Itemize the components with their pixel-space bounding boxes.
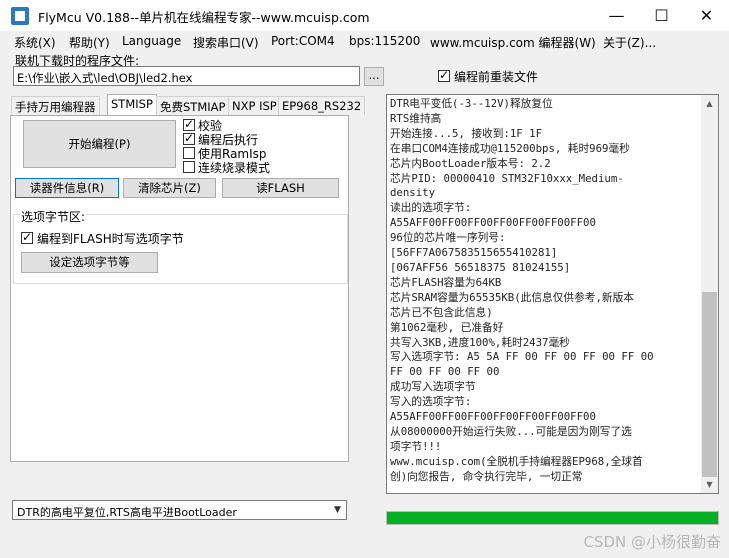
log-line: A55AFF00FF00FF00FF00FF00FF00FF00: [390, 410, 596, 424]
reload-before-program-label: 编程前重装文件: [454, 70, 539, 84]
log-line: 芯片SRAM容量为65535KB(此信息仅供参考,新版本: [390, 290, 634, 304]
read-flash-button[interactable]: 读FLASH: [222, 178, 339, 198]
menu-bps[interactable]: bps:115200: [349, 34, 420, 48]
log-scrollbar[interactable]: ▲ ▼: [701, 95, 718, 493]
log-line: 写入选项字节: A5 5A FF 00 FF 00 FF 00 FF 00: [390, 350, 654, 364]
log-lines: DTR电平变低(-3--12V)释放复位 RTS维持高 开始连接...5, 接收到:…: [390, 97, 702, 485]
scroll-thumb[interactable]: [702, 292, 717, 477]
reset-mode-select[interactable]: DTR的高电平复位,RTS高电平进BootLoader ▼: [12, 500, 347, 520]
minimize-button[interactable]: —: [594, 0, 639, 31]
option-bytes-title: 选项字节区:: [20, 208, 87, 225]
log-line: 芯片FLASH容量为64KB: [390, 275, 502, 289]
log-line: 开始连接...5, 接收到:1F 1F: [390, 126, 543, 140]
maximize-button[interactable]: ☐: [639, 0, 684, 31]
chevron-down-icon[interactable]: ▼: [329, 501, 346, 519]
log-line: FF 00 FF 00 FF 00: [390, 365, 500, 379]
log-line: density: [390, 186, 436, 200]
log-line: 从08000000开始运行失败...可能是因为刚写了选: [390, 424, 632, 438]
log-line: 共写入3KB,进度100%,耗时2437毫秒: [390, 335, 570, 349]
log-line: 创)向您报告, 命令执行完毕, 一切正常: [390, 469, 583, 483]
file-path-field[interactable]: E:\作业\嵌入式\led\OBJ\led2.hex: [13, 66, 360, 86]
log-line: A55AFF00FF00FF00FF00FF00FF00FF00: [390, 216, 596, 230]
continuous-mode-checkbox[interactable]: [183, 161, 195, 173]
tab-nxp-isp[interactable]: NXP ISP: [228, 96, 281, 115]
use-ramisp-checkbox[interactable]: [183, 147, 195, 159]
log-line: 写入的选项字节:: [390, 395, 472, 409]
log-line: DTR电平变低(-3--12V)释放复位: [390, 97, 553, 110]
close-button[interactable]: ✕: [684, 0, 729, 31]
tab-stmisp[interactable]: STMISP: [107, 94, 157, 116]
window-title: FlyMcu V0.188--单片机在线编程专家--www.mcuisp.com: [38, 10, 370, 25]
reset-mode-value: DTR的高电平复位,RTS高电平进BootLoader: [17, 506, 237, 519]
log-output[interactable]: DTR电平变低(-3--12V)释放复位 RTS维持高 开始连接...5, 接收到:…: [386, 94, 719, 494]
verify-checkbox[interactable]: [183, 117, 195, 131]
log-line: [56FF7A067583515655410281]: [390, 246, 558, 260]
reload-before-program-checkbox[interactable]: [438, 68, 450, 82]
continuous-mode-label: 连续烧录模式: [198, 161, 271, 175]
log-line: [067AFF56 56518375 81024155]: [390, 260, 571, 274]
tab-stmiap[interactable]: 免费STMIAP: [156, 96, 230, 115]
menu-search-port[interactable]: 搜索串口(V): [193, 34, 259, 51]
log-line: 芯片PID: 00000410 STM32F10xxx_Medium-: [390, 171, 624, 185]
progress-bar: [386, 511, 719, 525]
log-line: www.mcuisp.com(全脱机手持编程器EP968,全球首: [390, 454, 643, 468]
log-line: 芯片内BootLoader版本号: 2.2: [390, 156, 551, 170]
log-line: 项字节!!!: [390, 439, 442, 453]
menu-port[interactable]: Port:COM4: [271, 34, 335, 48]
log-line: 成功写入选项字节: [390, 380, 476, 394]
watermark: CSDN @小杨很勤奋: [583, 533, 721, 551]
menu-language[interactable]: Language: [122, 34, 181, 48]
start-programming-button[interactable]: 开始编程(P): [23, 120, 176, 168]
set-option-bytes-button[interactable]: 设定选项字节等: [21, 252, 158, 273]
read-device-info-button[interactable]: 读器件信息(R): [15, 178, 119, 198]
tab-handheld[interactable]: 手持万用编程器: [11, 96, 100, 115]
erase-chip-button[interactable]: 清除芯片(Z): [123, 178, 216, 198]
scroll-up-icon[interactable]: ▲: [701, 95, 718, 112]
menu-help[interactable]: 帮助(Y): [69, 34, 110, 51]
log-line: 芯片已不包含此信息): [390, 305, 493, 319]
menu-bar: 系统(X) 帮助(Y) Language 搜索串口(V) Port:COM4 b…: [0, 31, 729, 51]
title-bar: FlyMcu V0.188--单片机在线编程专家--www.mcuisp.com…: [0, 0, 729, 31]
run-after-program-checkbox[interactable]: [183, 131, 195, 145]
log-line: RTS维持高: [390, 111, 442, 125]
log-line: 读出的选项字节:: [390, 201, 472, 215]
log-line: 96位的芯片唯一序列号:: [390, 231, 506, 245]
browse-button[interactable]: ...: [364, 67, 384, 86]
scroll-down-icon[interactable]: ▼: [701, 476, 718, 493]
menu-about[interactable]: 关于(Z)...: [603, 34, 656, 51]
tab-ep968[interactable]: EP968_RS232: [278, 96, 366, 115]
write-option-bytes-checkbox[interactable]: [21, 230, 33, 244]
log-line: 在串口COM4连接成功@115200bps, 耗时969毫秒: [390, 141, 630, 155]
write-option-bytes-label: 编程到FLASH时写选项字节: [37, 232, 184, 246]
menu-programmer[interactable]: www.mcuisp.com 编程器(W): [430, 34, 596, 51]
menu-system[interactable]: 系统(X): [14, 34, 56, 51]
log-line: 第1062毫秒, 已准备好: [390, 320, 504, 334]
app-icon: [11, 7, 29, 25]
